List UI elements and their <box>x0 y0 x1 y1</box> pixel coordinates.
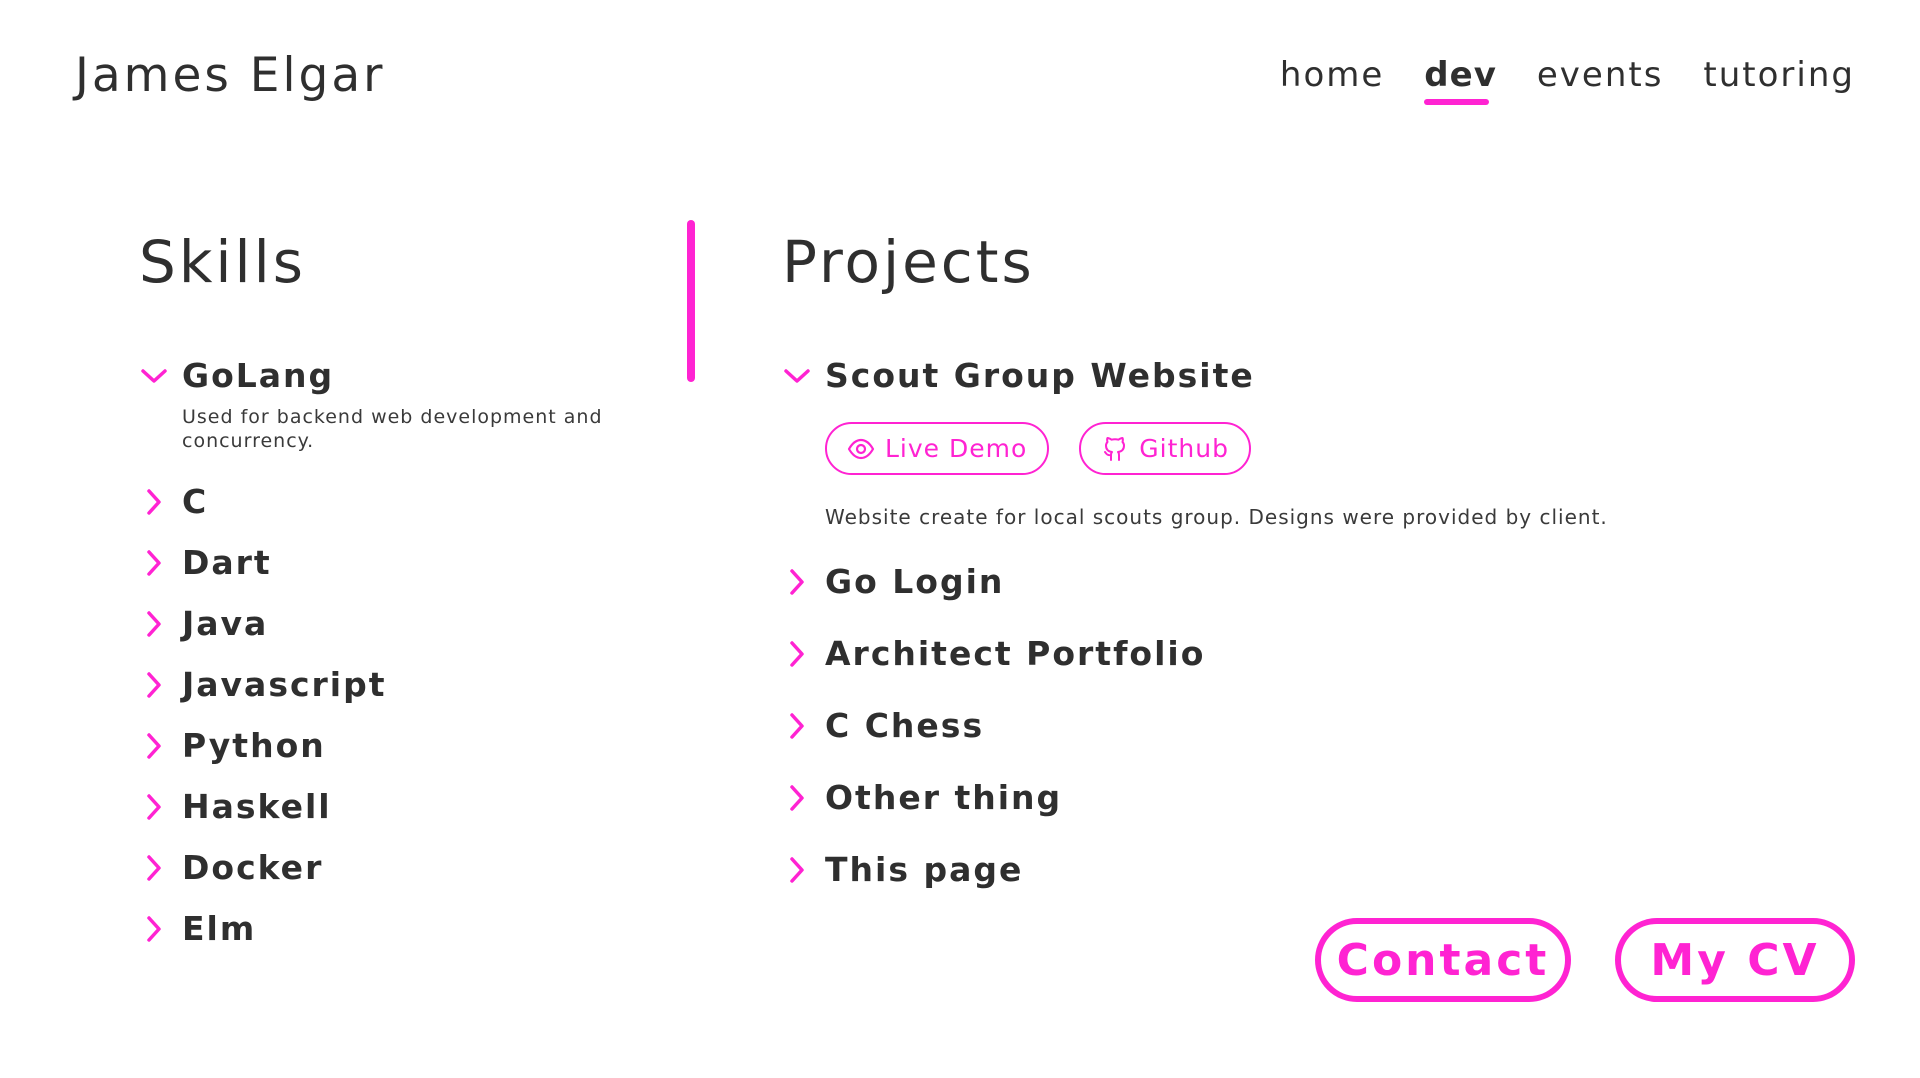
active-nav-indicator <box>1424 99 1489 105</box>
project-label: C Chess <box>825 706 985 745</box>
chevron-right-icon <box>139 853 169 883</box>
nav-item-events[interactable]: events <box>1537 55 1664 105</box>
project-item-c-chess[interactable]: C Chess <box>782 707 1782 745</box>
skill-item-elm[interactable]: Elm <box>139 910 679 948</box>
chevron-right-icon <box>139 914 169 944</box>
nav-item-home[interactable]: home <box>1280 55 1384 105</box>
chevron-down-icon <box>139 361 169 391</box>
live-demo-button[interactable]: Live Demo <box>825 422 1050 475</box>
skill-item-golang[interactable]: GoLang Used for backend web development … <box>139 357 679 453</box>
chevron-right-icon <box>139 609 169 639</box>
skill-label: Haskell <box>182 787 332 826</box>
project-item-other-thing[interactable]: Other thing <box>782 779 1782 817</box>
project-item-scout-group-website[interactable]: Scout Group Website Live Demo Github Web… <box>782 357 1782 529</box>
chevron-right-icon <box>782 855 812 885</box>
project-item-go-login[interactable]: Go Login <box>782 563 1782 601</box>
chevron-right-icon <box>139 670 169 700</box>
nav-item-tutoring[interactable]: tutoring <box>1703 55 1855 105</box>
nav-item-dev-label: dev <box>1424 55 1497 95</box>
project-label: Other thing <box>825 778 1063 817</box>
nav-item-dev[interactable]: dev <box>1424 55 1497 105</box>
section-divider <box>687 220 695 382</box>
chevron-right-icon <box>139 792 169 822</box>
skill-item-c[interactable]: C <box>139 483 679 521</box>
github-label: Github <box>1139 434 1229 463</box>
project-label: Architect Portfolio <box>825 634 1206 673</box>
contact-button[interactable]: Contact <box>1315 918 1571 1002</box>
chevron-right-icon <box>782 567 812 597</box>
chevron-right-icon <box>782 639 812 669</box>
live-demo-label: Live Demo <box>885 434 1028 463</box>
skills-title: Skills <box>139 228 306 296</box>
site-header: James Elgar home dev events tutoring <box>0 0 1920 150</box>
eye-icon <box>847 435 875 463</box>
skill-item-python[interactable]: Python <box>139 727 679 765</box>
skill-item-docker[interactable]: Docker <box>139 849 679 887</box>
project-item-architect-portfolio[interactable]: Architect Portfolio <box>782 635 1782 673</box>
project-links: Live Demo Github <box>825 422 1782 475</box>
skill-item-dart[interactable]: Dart <box>139 544 679 582</box>
chevron-right-icon <box>782 711 812 741</box>
skill-label: Docker <box>182 848 324 887</box>
project-label: Go Login <box>825 562 1005 601</box>
skill-label: Java <box>182 604 269 643</box>
skill-description: Used for backend web development and con… <box>182 406 603 452</box>
skills-section: Skills GoLang Used for backend web devel… <box>139 225 679 971</box>
skill-label: Elm <box>182 909 257 948</box>
project-label: Scout Group Website <box>825 356 1255 395</box>
main-nav: home dev events tutoring <box>1280 55 1855 105</box>
my-cv-button[interactable]: My CV <box>1615 918 1855 1002</box>
skill-label: Python <box>182 726 326 765</box>
skill-label: Javascript <box>182 665 387 704</box>
projects-section: Projects Scout Group Website Live Demo G… <box>782 225 1782 923</box>
skill-item-javascript[interactable]: Javascript <box>139 666 679 704</box>
github-button[interactable]: Github <box>1079 422 1251 475</box>
chevron-right-icon <box>139 731 169 761</box>
project-description: Website create for local scouts group. D… <box>825 505 1608 529</box>
github-icon <box>1101 435 1129 463</box>
skill-label: GoLang <box>182 356 335 395</box>
chevron-right-icon <box>782 783 812 813</box>
skill-item-haskell[interactable]: Haskell <box>139 788 679 826</box>
skill-label: Dart <box>182 543 272 582</box>
site-title[interactable]: James Elgar <box>75 48 386 103</box>
project-label: This page <box>825 850 1024 889</box>
project-item-this-page[interactable]: This page <box>782 851 1782 889</box>
projects-title: Projects <box>782 228 1035 296</box>
chevron-right-icon <box>139 487 169 517</box>
chevron-down-icon <box>782 361 812 391</box>
chevron-right-icon <box>139 548 169 578</box>
skill-item-java[interactable]: Java <box>139 605 679 643</box>
skill-label: C <box>182 482 209 521</box>
